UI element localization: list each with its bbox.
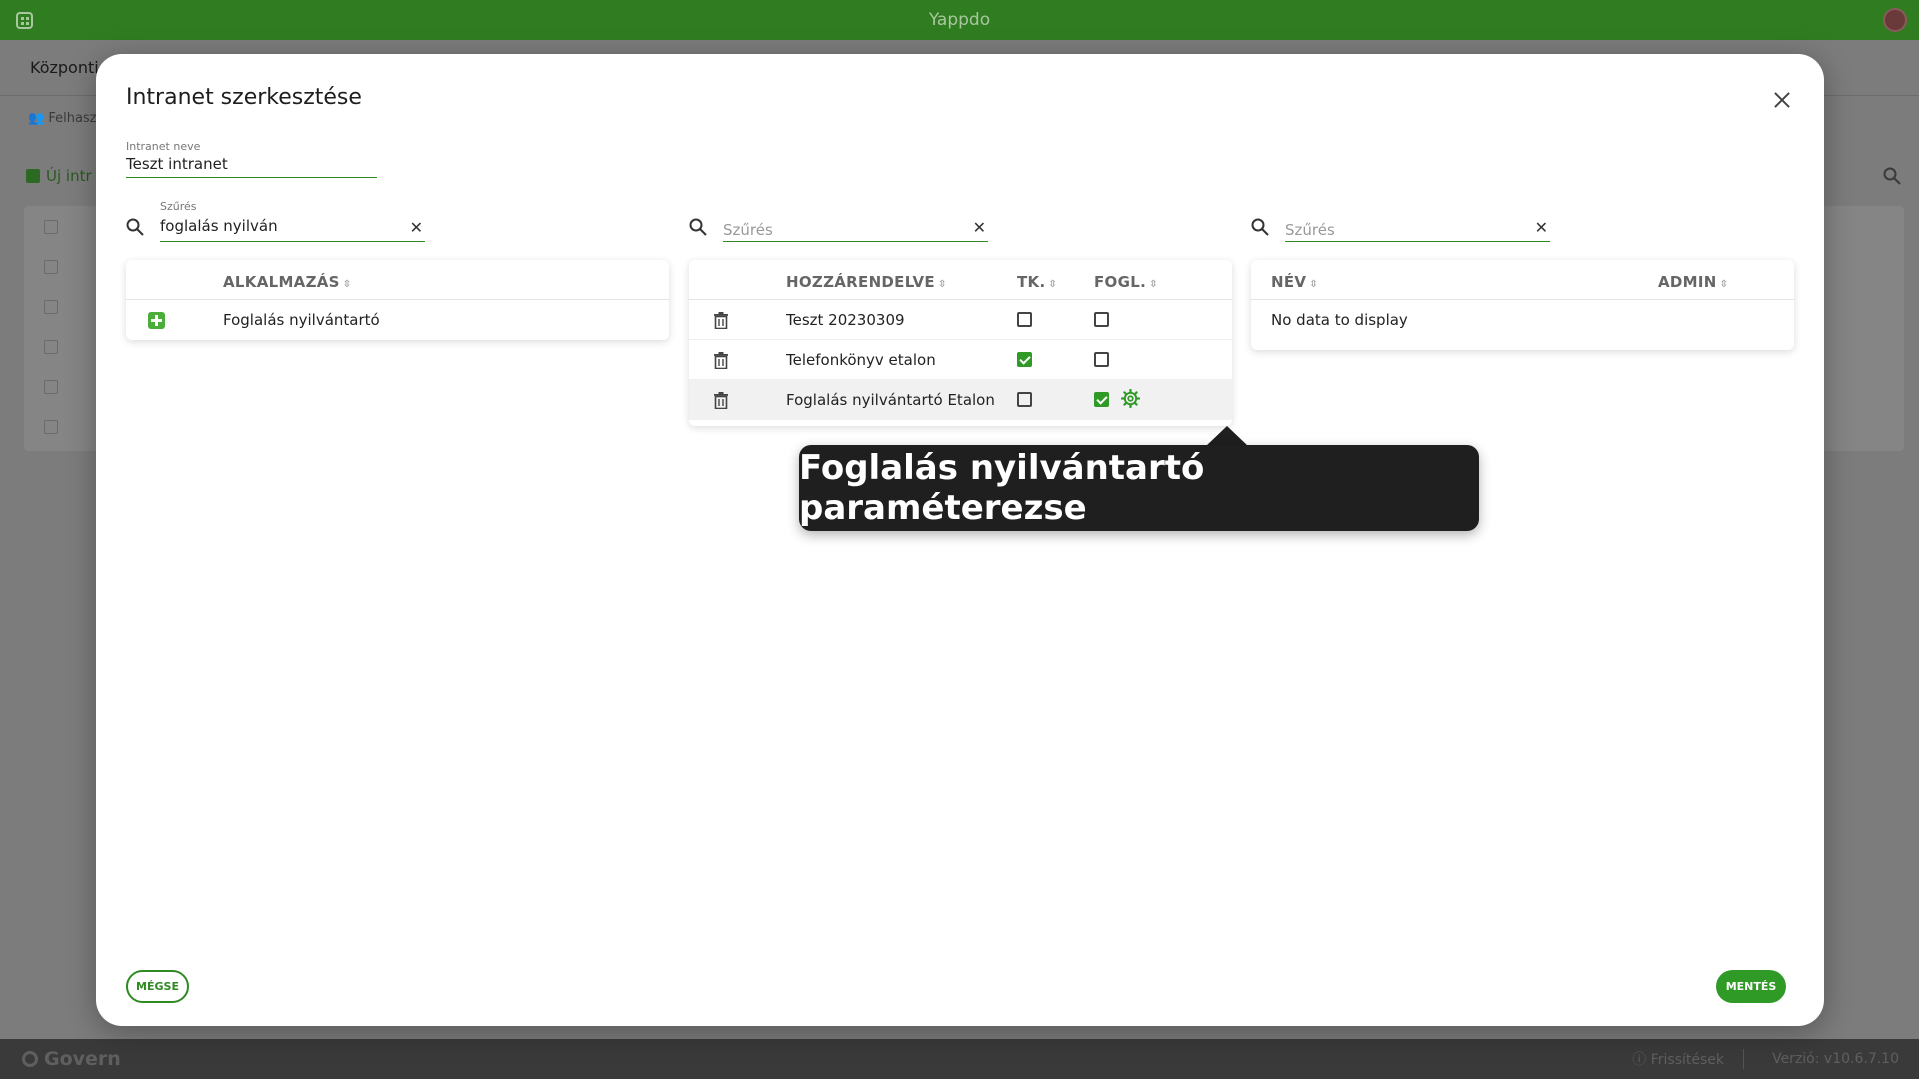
search-icon <box>1883 167 1901 185</box>
background-new-label: Új intr <box>46 167 92 185</box>
row-checkbox <box>44 420 58 434</box>
table-header: NÉV ⇳ ADMIN ⇳ <box>1251 260 1794 300</box>
row-checkbox <box>44 380 58 394</box>
assigned-name: Teszt 20230309 <box>786 311 905 329</box>
fogl-checkbox[interactable] <box>1094 312 1109 327</box>
sort-icon: ⇳ <box>1149 279 1158 290</box>
version-label: Verzió: v10.6.7.10 <box>1772 1051 1899 1067</box>
tooltip: Foglalás nyilvántartó paraméterezse <box>799 445 1479 531</box>
row-checkbox <box>44 340 58 354</box>
column-header-app[interactable]: ALKALMAZÁS ⇳ <box>223 273 351 291</box>
column-header-assigned[interactable]: HOZZÁRENDELVE ⇳ <box>786 273 947 291</box>
trash-icon[interactable] <box>713 352 729 369</box>
plus-icon <box>26 169 40 183</box>
search-icon <box>1251 218 1269 236</box>
users-filter-input[interactable]: Szűrés ✕ <box>1285 200 1550 242</box>
background-new-button: Új intr <box>26 167 92 185</box>
footer-brand: Govern <box>22 1048 121 1070</box>
dialog-title: Intranet szerkesztése <box>126 85 362 110</box>
updates-link[interactable]: ⓘ Frissítések <box>1632 1049 1724 1069</box>
tk-checkbox[interactable] <box>1017 352 1032 367</box>
column-header-tk-label: TK. <box>1017 273 1046 291</box>
table-row: Foglalás nyilvántartó Etalon <box>689 380 1232 420</box>
footer-divider <box>1743 1049 1744 1069</box>
footer: Govern ⓘ Frissítések Verzió: v10.6.7.10 <box>0 1039 1919 1079</box>
assigned-table: HOZZÁRENDELVE ⇳ TK. ⇳ FOGL. ⇳ Teszt 2023030… <box>689 260 1232 426</box>
sort-icon: ⇳ <box>1048 279 1058 290</box>
tooltip-text: Foglalás nyilvántartó paraméterezse <box>799 448 1205 528</box>
empty-message: No data to display <box>1271 311 1408 329</box>
tooltip-arrow <box>1206 426 1248 446</box>
gear-icon[interactable] <box>1121 389 1140 408</box>
fogl-checkbox[interactable] <box>1094 352 1109 367</box>
tk-checkbox[interactable] <box>1017 392 1032 407</box>
close-icon[interactable] <box>1772 90 1792 110</box>
row-checkbox <box>44 300 58 314</box>
apps-filter-input[interactable]: Szűrés foglalás nyilván ✕ <box>160 200 425 242</box>
clear-icon[interactable]: ✕ <box>1535 218 1548 237</box>
background-header-title: Központi <box>30 58 99 77</box>
table-row: Telefonkönyv etalon <box>689 340 1232 380</box>
app-title: Yappdo <box>928 10 991 30</box>
avatar[interactable] <box>1883 8 1907 32</box>
fogl-checkbox[interactable] <box>1094 392 1109 407</box>
footer-brand-label: Govern <box>44 1048 121 1070</box>
column-header-fogl-label: FOGL. <box>1094 273 1147 291</box>
row-checkbox <box>44 220 58 234</box>
column-header-fogl[interactable]: FOGL. ⇳ <box>1094 273 1158 291</box>
column-header-admin-label: ADMIN <box>1658 273 1717 291</box>
column-header-tk[interactable]: TK. ⇳ <box>1017 273 1057 291</box>
sort-icon: ⇳ <box>1719 279 1729 290</box>
column-header-app-label: ALKALMAZÁS <box>223 273 340 291</box>
assigned-filter: Szűrés ✕ <box>689 200 1009 242</box>
table-row: Foglalás nyilvántartó <box>126 300 669 340</box>
sort-icon: ⇳ <box>1309 279 1318 290</box>
sort-icon: ⇳ <box>342 279 352 290</box>
filter-placeholder[interactable]: Szűrés <box>723 221 773 239</box>
tk-checkbox[interactable] <box>1017 312 1032 327</box>
intranet-name-label: Intranet neve <box>126 140 201 153</box>
column-header-admin[interactable]: ADMIN ⇳ <box>1658 273 1728 291</box>
assigned-name: Telefonkönyv etalon <box>786 351 936 369</box>
intranet-name-value[interactable]: Teszt intranet <box>126 153 377 177</box>
column-header-name[interactable]: NÉV ⇳ <box>1271 273 1318 291</box>
search-icon <box>689 218 707 236</box>
users-table: NÉV ⇳ ADMIN ⇳ No data to display <box>1251 260 1794 350</box>
table-row: Teszt 20230309 <box>689 300 1232 340</box>
filter-value[interactable]: foglalás nyilván <box>160 217 278 235</box>
table-header: ALKALMAZÁS ⇳ <box>126 260 669 300</box>
table-header: HOZZÁRENDELVE ⇳ TK. ⇳ FOGL. ⇳ <box>689 260 1232 300</box>
apps-grid-icon[interactable] <box>16 12 33 29</box>
assigned-name: Foglalás nyilvántartó Etalon <box>786 391 995 409</box>
cancel-button[interactable]: MÉGSE <box>126 970 189 1003</box>
users-filter: Szűrés ✕ <box>1251 200 1571 242</box>
filter-label: Szűrés <box>160 200 197 213</box>
filter-placeholder[interactable]: Szűrés <box>1285 221 1335 239</box>
clear-icon[interactable]: ✕ <box>410 218 423 237</box>
edit-intranet-dialog: Intranet szerkesztése Intranet neve Tesz… <box>96 54 1824 1026</box>
row-checkbox <box>44 260 58 274</box>
add-icon[interactable] <box>148 312 165 329</box>
column-header-name-label: NÉV <box>1271 273 1307 291</box>
sort-icon: ⇳ <box>937 279 947 290</box>
top-bar: Yappdo <box>0 0 1919 40</box>
app-name: Foglalás nyilvántartó <box>223 311 380 329</box>
apps-filter: Szűrés foglalás nyilván ✕ <box>126 200 446 242</box>
empty-row: No data to display <box>1251 300 1794 340</box>
trash-icon[interactable] <box>713 392 729 409</box>
clear-icon[interactable]: ✕ <box>973 218 986 237</box>
column-header-assigned-label: HOZZÁRENDELVE <box>786 273 935 291</box>
trash-icon[interactable] <box>713 312 729 329</box>
save-button[interactable]: MENTÉS <box>1716 970 1786 1003</box>
search-icon <box>126 218 144 236</box>
intranet-name-field[interactable]: Intranet neve Teszt intranet <box>126 140 377 178</box>
users-icon: 👥 <box>28 111 45 126</box>
background-tab-label: Felhasz <box>48 111 97 126</box>
assigned-filter-input[interactable]: Szűrés ✕ <box>723 200 988 242</box>
apps-table: ALKALMAZÁS ⇳ Foglalás nyilvántartó <box>126 260 669 340</box>
govern-logo-icon <box>22 1051 38 1067</box>
background-tab: 👥 Felhasz <box>28 111 97 126</box>
updates-label: Frissítések <box>1650 1052 1724 1068</box>
